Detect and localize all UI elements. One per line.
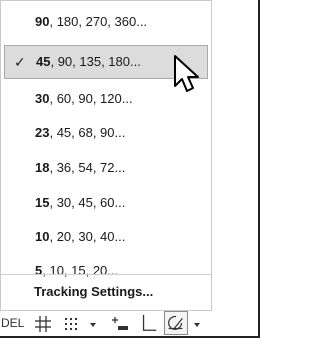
angle-rest: , 90, 135, 180...: [50, 54, 141, 69]
angle-lead: 23: [35, 125, 50, 140]
menu-item-30[interactable]: 30, 60, 90, 120...: [1, 82, 211, 116]
polar-angle-menu: 90, 180, 270, 360... ✓ 45, 90, 135, 180.…: [0, 0, 212, 311]
angle-lead: 18: [35, 160, 50, 175]
grid-icon[interactable]: [34, 314, 52, 334]
check-icon: ✓: [14, 54, 26, 70]
angle-rest: , 60, 90, 120...: [49, 91, 133, 106]
menu-item-18[interactable]: 18, 36, 54, 72...: [1, 151, 211, 185]
menu-item-45[interactable]: ✓ 45, 90, 135, 180...: [4, 45, 208, 79]
dropdown-arrow-icon[interactable]: [192, 314, 202, 334]
window-border-bottom: [0, 336, 260, 338]
snap-icon[interactable]: [62, 314, 80, 334]
menu-item-90[interactable]: 90, 180, 270, 360...: [1, 5, 211, 39]
angle-lead: 30: [35, 91, 50, 106]
ortho-icon[interactable]: [139, 313, 159, 333]
angle-rest: , 45, 68, 90...: [49, 125, 126, 140]
window-border-right: [258, 0, 260, 338]
angle-lead: 90: [35, 14, 50, 29]
angle-rest: , 30, 45, 60...: [49, 195, 126, 210]
angle-lead: 45: [36, 54, 51, 69]
angle-rest: , 180, 270, 360...: [49, 14, 148, 29]
polar-tracking-button[interactable]: [164, 311, 188, 335]
tracking-settings-item[interactable]: Tracking Settings...: [1, 275, 211, 309]
tracking-settings-label: Tracking Settings...: [34, 284, 154, 299]
menu-item-23[interactable]: 23, 45, 68, 90...: [1, 116, 211, 150]
polar-tracking-icon: [168, 315, 183, 330]
infer-constraints-icon[interactable]: [110, 314, 130, 334]
angle-rest: , 36, 54, 72...: [49, 160, 126, 175]
angle-lead: 15: [35, 195, 50, 210]
angle-rest: , 20, 30, 40...: [49, 229, 126, 244]
menu-item-15[interactable]: 15, 30, 45, 60...: [1, 186, 211, 220]
model-label[interactable]: DEL: [1, 316, 24, 330]
menu-item-10[interactable]: 10, 20, 30, 40...: [1, 220, 211, 254]
dropdown-arrow-icon[interactable]: [88, 314, 98, 334]
angle-lead: 10: [35, 229, 50, 244]
